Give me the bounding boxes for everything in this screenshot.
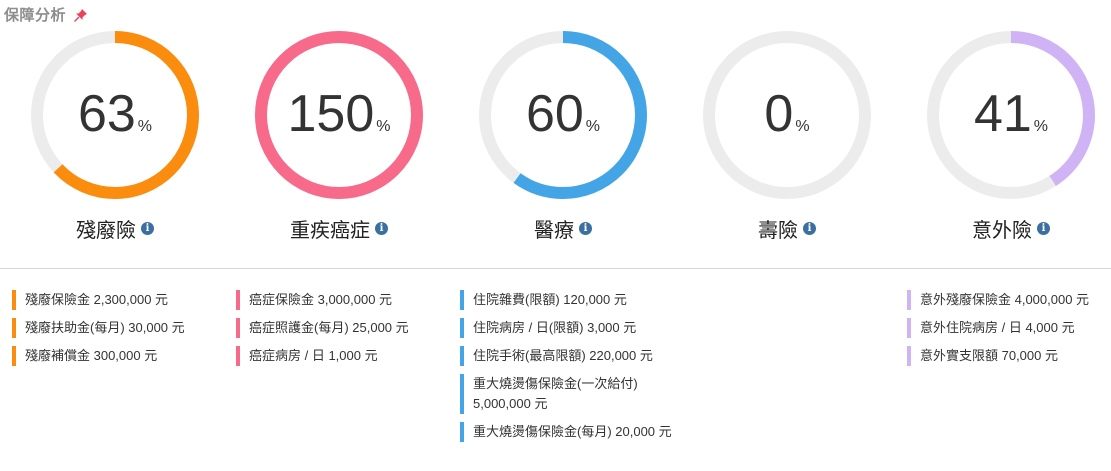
gauge-value: 150% xyxy=(287,85,391,143)
gauge-value: 63% xyxy=(77,85,153,143)
list-item: 殘廢補償金 300,000 元 xyxy=(12,346,222,366)
gauge-value: 0% xyxy=(764,85,810,143)
list-item: 重大燒燙傷保險金(一次給付) 5,000,000 元 xyxy=(460,374,685,414)
gauge-label: 醫療 xyxy=(534,218,574,242)
list-item: 意外住院病房 / 日 4,000 元 xyxy=(907,318,1107,338)
gauge-label: 重疾癌症 xyxy=(290,218,370,242)
list-item: 癌症保險金 3,000,000 元 xyxy=(236,290,446,310)
list-item: 重大燒燙傷保險金(每月) 20,000 元 xyxy=(460,422,685,442)
gauge-label: 意外險 xyxy=(972,218,1032,242)
gauge-medical: 60% 醫療 i xyxy=(473,30,653,245)
info-icon[interactable]: i xyxy=(1037,222,1050,235)
gauge-life: 0% 壽險 i xyxy=(697,30,877,245)
list-item: 意外實支限額 70,000 元 xyxy=(907,346,1107,366)
info-icon[interactable]: i xyxy=(803,222,816,235)
gauge-critical-illness: 150% 重疾癌症 i xyxy=(249,30,429,245)
info-icon[interactable]: i xyxy=(141,222,154,235)
gauge-label: 殘廢險 xyxy=(76,218,136,242)
list-item: 住院手術(最高限額) 220,000 元 xyxy=(460,346,685,366)
details-disability: 殘廢保險金 2,300,000 元 殘廢扶助金(每月) 30,000 元 殘廢補… xyxy=(12,290,222,374)
list-item: 意外殘廢保險金 4,000,000 元 xyxy=(907,290,1107,310)
section-divider xyxy=(0,268,1111,269)
gauge-accident: 41% 意外險 i xyxy=(921,30,1101,245)
gauge-value: 41% xyxy=(973,85,1049,143)
details-medical: 住院雜費(限額) 120,000 元 住院病房 / 日(限額) 3,000 元 … xyxy=(460,290,685,450)
page-title: 保障分析 xyxy=(4,6,67,24)
list-item: 癌症病房 / 日 1,000 元 xyxy=(236,346,446,366)
list-item: 殘廢扶助金(每月) 30,000 元 xyxy=(12,318,222,338)
list-item: 住院病房 / 日(限額) 3,000 元 xyxy=(460,318,685,338)
info-icon[interactable]: i xyxy=(375,222,388,235)
pin-icon[interactable] xyxy=(74,8,88,22)
info-icon[interactable]: i xyxy=(579,222,592,235)
gauge-value: 60% xyxy=(525,85,601,143)
list-item: 癌症照護金(每月) 25,000 元 xyxy=(236,318,446,338)
header: 保障分析 xyxy=(4,4,88,25)
gauge-label: 壽險 xyxy=(758,218,798,242)
list-item: 殘廢保險金 2,300,000 元 xyxy=(12,290,222,310)
details-critical-illness: 癌症保險金 3,000,000 元 癌症照護金(每月) 25,000 元 癌症病… xyxy=(236,290,446,374)
gauge-disability: 63% 殘廢險 i xyxy=(25,30,205,245)
details-accident: 意外殘廢保險金 4,000,000 元 意外住院病房 / 日 4,000 元 意… xyxy=(907,290,1107,374)
list-item: 住院雜費(限額) 120,000 元 xyxy=(460,290,685,310)
